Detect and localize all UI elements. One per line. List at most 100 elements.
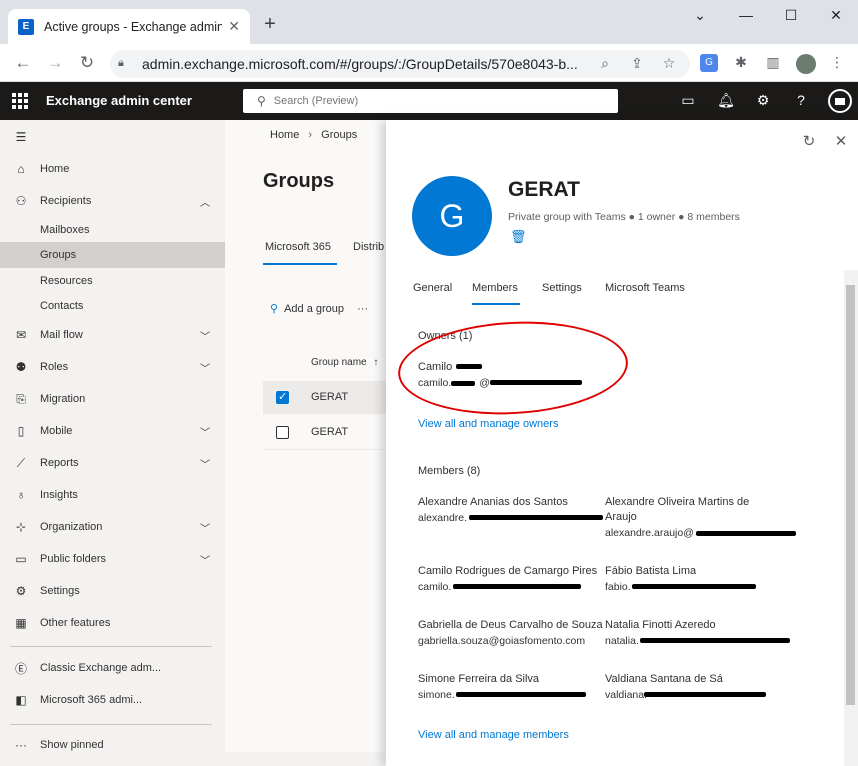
member-email: valdiana.	[605, 689, 648, 701]
chevron-up-icon: ︿	[200, 197, 210, 209]
tab-general[interactable]: General	[413, 282, 452, 294]
search-box[interactable]: ⚲	[243, 89, 618, 113]
translate-icon[interactable]: G	[700, 54, 718, 72]
nav-item-roles[interactable]: ⚉ Roles ﹀	[0, 354, 225, 380]
menu-kebab-icon[interactable]: ⋮	[828, 54, 846, 72]
terminal-icon[interactable]: ▭	[679, 92, 697, 109]
back-icon[interactable]: ←	[12, 52, 34, 74]
nav-item-mobile[interactable]: ▯ Mobile ﹀	[0, 418, 225, 444]
redaction-mark	[640, 638, 790, 643]
nav-item-insights[interactable]: ♁ Insights	[0, 482, 225, 508]
member-email: fabio.	[605, 581, 631, 593]
panel-scrollbar-thumb[interactable]	[846, 285, 855, 705]
side-panel-icon[interactable]: ▥	[764, 54, 782, 72]
tab-title: Active groups - Exchange admin	[44, 19, 223, 34]
group-details-panel: ↻ ✕ G GERAT Private group with Teams ● 1…	[386, 120, 858, 766]
member-email: camilo.	[418, 581, 452, 593]
share-icon[interactable]: ⇪	[628, 55, 646, 72]
group-meta: Private group with Teams ● 1 owner ● 8 m…	[508, 211, 740, 223]
breadcrumb-home[interactable]: Home	[270, 129, 299, 141]
new-tab-icon[interactable]: +	[260, 14, 280, 34]
search-input[interactable]	[273, 95, 594, 107]
nav-collapse-button[interactable]: ☰	[0, 124, 225, 150]
member-name: Simone Ferreira da Silva	[418, 673, 540, 685]
settings-gear-icon[interactable]: ⚙	[754, 92, 772, 109]
nav-item-recipients[interactable]: ⚇ Recipients ︿	[0, 188, 225, 214]
close-window-icon[interactable]: ✕	[826, 7, 846, 24]
nav-divider	[10, 646, 212, 647]
delete-trash-icon[interactable]: 🗑︎	[510, 229, 527, 245]
nav-item-other-features[interactable]: ▦ Other features	[0, 610, 225, 636]
column-header-group-name[interactable]: Group name ↑	[311, 357, 378, 368]
tab-microsoft-teams[interactable]: Microsoft Teams	[605, 282, 685, 294]
nav-item-reports[interactable]: ⟋ Reports ﹀	[0, 450, 225, 476]
exchange-icon: Ⓔ	[14, 661, 27, 676]
row-checkbox[interactable]	[276, 426, 289, 439]
member-name: Fábio Batista Lima	[605, 565, 697, 577]
horizontal-scrollbar[interactable]	[225, 752, 385, 766]
row-checkbox[interactable]	[276, 390, 289, 404]
app-header: Exchange admin center ⚲ ▭ 🔔︎ ⚙ ?	[0, 82, 858, 120]
tab-microsoft-365[interactable]: Microsoft 365	[265, 241, 331, 253]
left-navigation: ☰ ⌂ Home ⚇ Recipients ︿ Mailboxes Groups…	[0, 120, 225, 766]
person-icon: ⚇	[15, 194, 27, 208]
member-name-line2: Araujo	[605, 511, 637, 523]
migration-icon: ⎘	[16, 391, 26, 406]
notification-bell-icon[interactable]: 🔔︎	[717, 92, 735, 109]
url-text: admin.exchange.microsoft.com/#/groups/:/…	[142, 56, 578, 72]
refresh-icon[interactable]: ↻	[800, 132, 818, 150]
exchange-favicon-icon: E	[18, 18, 34, 35]
member-name: Gabriella de Deus Carvalho de Souza	[418, 619, 603, 631]
nav-divider	[10, 724, 212, 725]
profile-avatar[interactable]	[796, 54, 816, 74]
tab-members[interactable]: Members	[472, 282, 518, 294]
chevron-down-icon: ﹀	[200, 363, 210, 375]
table-row[interactable]: GERAT	[263, 416, 388, 449]
nav-item-contacts[interactable]: Contacts	[0, 293, 225, 319]
add-group-button[interactable]: ⚲ Add a group ···	[270, 302, 368, 315]
nav-show-pinned[interactable]: ··· Show pinned	[0, 732, 225, 758]
member-email: gabriella.souza@goiasfomento.com	[418, 635, 586, 647]
extensions-icon[interactable]: ✱	[732, 54, 750, 72]
nav-item-migration[interactable]: ⎘ Migration	[0, 386, 225, 412]
view-owners-link[interactable]: View all and manage owners	[418, 418, 558, 430]
member-email: natalia.	[605, 635, 639, 647]
browser-tab[interactable]: E Active groups - Exchange admin ✕	[8, 9, 250, 44]
view-members-link[interactable]: View all and manage members	[418, 729, 569, 741]
breadcrumb-groups[interactable]: Groups	[321, 129, 357, 141]
minimize-icon[interactable]: —	[736, 7, 756, 23]
app-name[interactable]: Exchange admin center	[46, 93, 192, 108]
nav-item-settings[interactable]: ⚙ Settings	[0, 578, 225, 604]
tab-settings[interactable]: Settings	[542, 282, 582, 294]
member-email: simone.	[418, 689, 455, 701]
help-icon[interactable]: ?	[792, 92, 810, 108]
nav-item-classic-exchange[interactable]: Ⓔ Classic Exchange adm...	[0, 655, 225, 681]
zoom-icon[interactable]: ⌕	[596, 55, 614, 72]
more-options-icon[interactable]: ···	[357, 303, 368, 315]
close-tab-icon[interactable]: ✕	[228, 18, 240, 35]
maximize-icon[interactable]: ☐	[781, 7, 801, 24]
nav-item-home[interactable]: ⌂ Home	[0, 156, 225, 182]
close-panel-icon[interactable]: ✕	[832, 132, 850, 150]
office-icon: ◧	[15, 693, 27, 707]
account-avatar[interactable]	[828, 89, 852, 113]
table-row[interactable]: GERAT	[263, 381, 388, 414]
search-icon: ⚲	[257, 94, 266, 108]
nav-item-m365-admin[interactable]: ◧ Microsoft 365 admi...	[0, 687, 225, 713]
folder-icon: ▭	[15, 552, 27, 566]
redaction-mark	[644, 692, 766, 697]
chevron-down-icon: ﹀	[200, 555, 210, 567]
reload-icon[interactable]: ↻	[76, 52, 98, 74]
tab-distribution[interactable]: Distrib	[353, 241, 384, 253]
forward-icon[interactable]: →	[44, 52, 66, 74]
chevron-down-icon[interactable]: ⌄	[690, 7, 710, 24]
nav-item-public-folders[interactable]: ▭ Public folders ﹀	[0, 546, 225, 572]
nav-item-mail-flow[interactable]: ✉ Mail flow ﹀	[0, 322, 225, 348]
address-bar[interactable]: 🔒︎ admin.exchange.microsoft.com/#/groups…	[110, 50, 690, 78]
nav-item-mailboxes[interactable]: Mailboxes	[0, 217, 225, 243]
bookmark-star-icon[interactable]: ☆	[660, 55, 678, 72]
nav-item-organization[interactable]: ⊹ Organization ﹀	[0, 514, 225, 540]
nav-item-resources[interactable]: Resources	[0, 268, 225, 294]
app-launcher-icon[interactable]	[12, 93, 28, 109]
nav-item-groups[interactable]: Groups	[0, 242, 225, 268]
